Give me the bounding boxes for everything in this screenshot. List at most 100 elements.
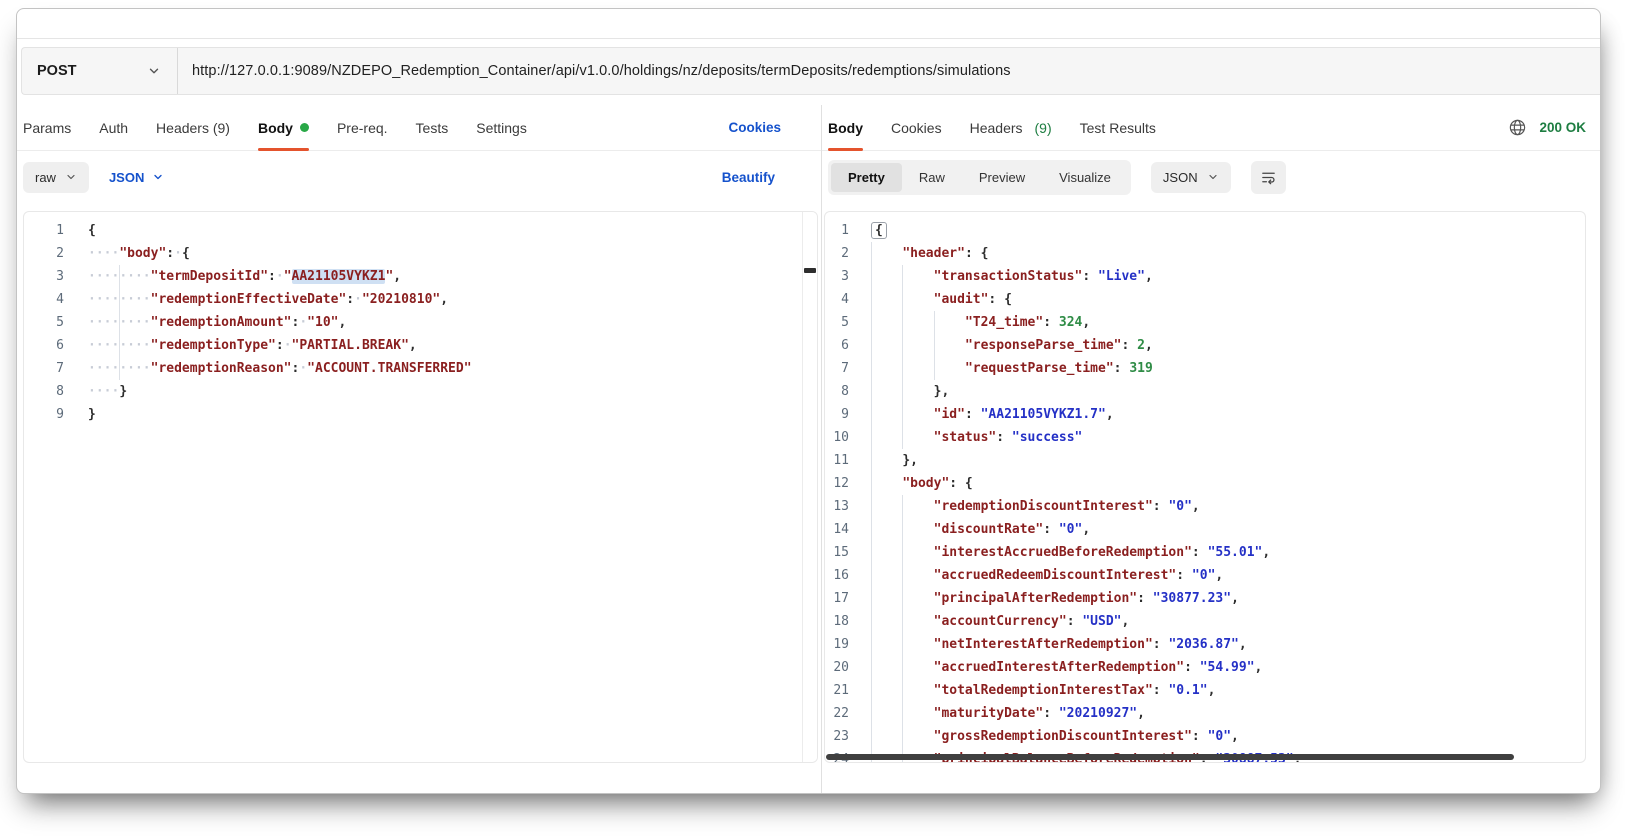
line-number: 9 (825, 403, 849, 426)
tab-body[interactable]: Body (258, 105, 309, 150)
tab-test-results[interactable]: Test Results (1080, 105, 1156, 150)
view-visualize[interactable]: Visualize (1042, 163, 1128, 192)
chevron-down-icon (1207, 171, 1219, 183)
request-body-editor[interactable]: 1{2····"body":·{3········"termDepositId"… (23, 211, 818, 763)
code-line: 15 "interestAccruedBeforeRedemption": "5… (825, 541, 1585, 564)
view-pretty[interactable]: Pretty (831, 163, 902, 192)
code-line: 17 "principalAfterRedemption": "30877.23… (825, 587, 1585, 610)
code-line: 12 "body": { (825, 472, 1585, 495)
line-number: 10 (825, 426, 849, 449)
cookies-link[interactable]: Cookies (728, 120, 781, 135)
tab-params[interactable]: Params (23, 105, 71, 150)
line-number: 8 (24, 380, 64, 403)
beautify-button[interactable]: Beautify (722, 170, 775, 185)
tab-response-headers[interactable]: Headers (9) (970, 105, 1052, 150)
code-line: 20 "accruedInterestAfterRedemption": "54… (825, 656, 1585, 679)
code-line: 16 "accruedRedeemDiscountInterest": "0", (825, 564, 1585, 587)
code-line: 4 "audit": { (825, 288, 1585, 311)
code-line: 8····} (24, 380, 817, 403)
scrollbar-thumb[interactable] (804, 268, 816, 273)
tab-response-cookies[interactable]: Cookies (891, 105, 942, 150)
line-number: 1 (24, 219, 64, 242)
code-line: 5 "T24_time": 324, (825, 311, 1585, 334)
line-number: 15 (825, 541, 849, 564)
line-number: 12 (825, 472, 849, 495)
url-input[interactable]: http://127.0.0.1:9089/NZDEPO_Redemption_… (178, 48, 1600, 94)
code-line: 8 }, (825, 380, 1585, 403)
view-preview[interactable]: Preview (962, 163, 1042, 192)
line-number: 3 (24, 265, 64, 288)
line-number: 18 (825, 610, 849, 633)
line-number: 5 (24, 311, 64, 334)
body-type-select[interactable]: raw (23, 162, 89, 193)
response-body-viewer[interactable]: 1{2 "header": {3 "transactionStatus": "L… (824, 211, 1586, 763)
code-line: 1{ (825, 219, 1585, 242)
view-raw[interactable]: Raw (902, 163, 962, 192)
body-format-select[interactable]: JSON (109, 170, 164, 185)
line-number: 2 (24, 242, 64, 265)
line-number: 19 (825, 633, 849, 656)
app-window: POST http://127.0.0.1:9089/NZDEPO_Redemp… (16, 8, 1601, 794)
code-line: 10 "status": "success" (825, 426, 1585, 449)
code-line: 11 }, (825, 449, 1585, 472)
request-editor-scrollbar[interactable] (802, 212, 817, 762)
globe-icon[interactable] (1508, 118, 1527, 137)
response-code: 1{2 "header": {3 "transactionStatus": "L… (825, 212, 1585, 763)
line-number: 6 (24, 334, 64, 357)
request-tabs: Params Auth Headers (9) Body Pre-req. Te… (17, 105, 821, 151)
code-line: 23 "grossRedemptionDiscountInterest": "0… (825, 725, 1585, 748)
line-number: 9 (24, 403, 64, 426)
status-badge: 200 OK (1539, 120, 1586, 135)
line-number: 21 (825, 679, 849, 702)
code-line: 6 "responseParse_time": 2, (825, 334, 1585, 357)
request-pane: Params Auth Headers (9) Body Pre-req. Te… (17, 105, 821, 793)
chevron-down-icon (147, 64, 161, 78)
code-line: 21 "totalRedemptionInterestTax": "0.1", (825, 679, 1585, 702)
response-toolbar: Pretty Raw Preview Visualize JSON (822, 151, 1600, 203)
code-line: 7········"redemptionReason":·"ACCOUNT.TR… (24, 357, 817, 380)
tab-auth[interactable]: Auth (99, 105, 128, 150)
window-top-strip (17, 9, 1600, 39)
line-number: 7 (825, 357, 849, 380)
chevron-down-icon (152, 171, 164, 183)
line-number: 23 (825, 725, 849, 748)
line-number: 17 (825, 587, 849, 610)
wrap-text-icon (1260, 169, 1277, 186)
request-body-toolbar: raw JSON Beautify (17, 151, 821, 203)
body-modified-dot (300, 123, 309, 132)
wrap-text-button[interactable] (1251, 161, 1286, 194)
headers-count-badge: (9) (1035, 120, 1052, 136)
line-number: 7 (24, 357, 64, 380)
line-number: 1 (825, 219, 849, 242)
tab-headers[interactable]: Headers (9) (156, 105, 230, 150)
response-pane: Body Cookies Headers (9) Test Results 20… (822, 105, 1600, 793)
code-line: 13 "redemptionDiscountInterest": "0", (825, 495, 1585, 518)
code-line: 7 "requestParse_time": 319 (825, 357, 1585, 380)
code-line: 22 "maturityDate": "20210927", (825, 702, 1585, 725)
line-number: 13 (825, 495, 849, 518)
code-line: 2 "header": { (825, 242, 1585, 265)
line-number: 11 (825, 449, 849, 472)
code-line: 3 "transactionStatus": "Live", (825, 265, 1585, 288)
code-line: 18 "accountCurrency": "USD", (825, 610, 1585, 633)
tab-tests[interactable]: Tests (416, 105, 449, 150)
tab-settings[interactable]: Settings (476, 105, 527, 150)
code-line: 5········"redemptionAmount":·"10", (24, 311, 817, 334)
line-number: 5 (825, 311, 849, 334)
tab-pre-req[interactable]: Pre-req. (337, 105, 388, 150)
request-code: 1{2····"body":·{3········"termDepositId"… (24, 212, 817, 426)
response-format-select[interactable]: JSON (1151, 162, 1231, 193)
method-label: POST (37, 63, 76, 79)
method-select[interactable]: POST (22, 48, 178, 94)
code-line: 9} (24, 403, 817, 426)
tab-response-body[interactable]: Body (828, 105, 863, 150)
horizontal-scrollbar-thumb[interactable] (826, 754, 1514, 760)
code-line: 1{ (24, 219, 817, 242)
code-line: 2····"body":·{ (24, 242, 817, 265)
line-number: 8 (825, 380, 849, 403)
line-number: 4 (825, 288, 849, 311)
line-number: 22 (825, 702, 849, 725)
url-text: http://127.0.0.1:9089/NZDEPO_Redemption_… (192, 63, 1011, 79)
response-view-switcher: Pretty Raw Preview Visualize (828, 160, 1131, 195)
response-tabs: Body Cookies Headers (9) Test Results 20… (822, 105, 1600, 151)
